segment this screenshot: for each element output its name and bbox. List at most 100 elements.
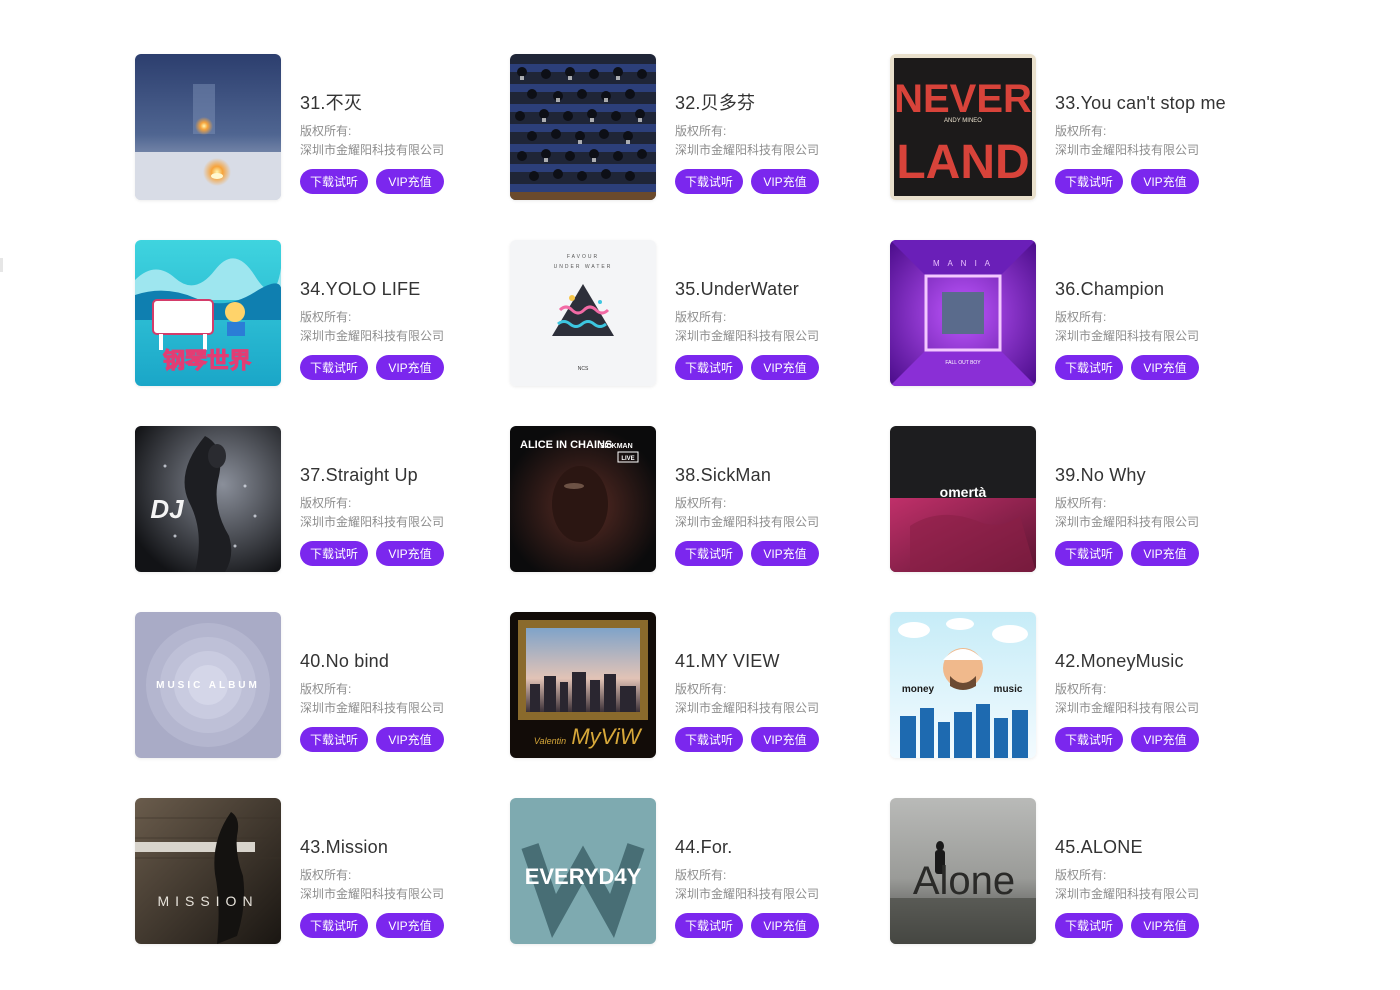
song-title: 44.For. — [675, 837, 733, 857]
download-button[interactable]: 下载试听 — [300, 169, 368, 194]
download-button[interactable]: 下载试听 — [675, 913, 743, 938]
copyright-label: 版权所有: — [675, 124, 727, 138]
cover-text: M A N I A — [933, 259, 993, 268]
cover-text: EVERYD4Y — [525, 864, 642, 889]
song-title: 41.MY VIEW — [675, 651, 780, 671]
vip-button[interactable]: VIP充值 — [751, 169, 819, 194]
orchestra-cover[interactable] — [510, 54, 656, 200]
cover-text: MUSIC ALBUM — [156, 680, 260, 691]
download-button[interactable]: 下载试听 — [1055, 355, 1123, 380]
everyday-cover[interactable]: EVERYD4Y — [510, 798, 656, 944]
music-album-cover[interactable]: MUSIC ALBUM — [135, 612, 281, 758]
vip-button[interactable]: VIP充值 — [1131, 913, 1199, 938]
song-title: 35.UnderWater — [675, 279, 799, 299]
download-button[interactable]: 下载试听 — [675, 727, 743, 752]
company-name: 深圳市金耀阳科技有限公司 — [675, 887, 820, 901]
song-title: 42.MoneyMusic — [1055, 651, 1184, 671]
omerta-cover[interactable]: omertà — [890, 426, 1036, 572]
cover-text: NCS — [578, 366, 589, 372]
song-grid: 31.不灭 版权所有: 深圳市金耀阳科技有限公司 下载试听 VIP充值 32.贝… — [135, 54, 1250, 984]
mania-cover[interactable]: M A N I A FALL OUT BOY — [890, 240, 1036, 386]
company-name: 深圳市金耀阳科技有限公司 — [300, 887, 445, 901]
download-button[interactable]: 下载试听 — [1055, 169, 1123, 194]
copyright-label: 版权所有: — [300, 682, 352, 696]
company-name: 深圳市金耀阳科技有限公司 — [300, 143, 445, 157]
candle-cover[interactable] — [135, 54, 281, 200]
song-card: FAVOUR UNDER WATER NCS 35.UnderWater 版权所… — [510, 240, 890, 426]
alice-in-chains-cover[interactable]: ALICE IN CHAINS SICKMAN LIVE — [510, 426, 656, 572]
copyright-label: 版权所有: — [1055, 310, 1107, 324]
song-title: 32.贝多芬 — [675, 93, 756, 113]
copyright-label: 版权所有: — [300, 496, 352, 510]
dj-cover[interactable]: DJ — [135, 426, 281, 572]
song-card: DJ 37.Straight Up 版权所有: 深圳市金耀阳科技有限公司 下载试… — [135, 426, 510, 612]
vip-button[interactable]: VIP充值 — [376, 355, 444, 380]
piano-world-cover[interactable]: 钢琴世界 — [135, 240, 281, 386]
download-button[interactable]: 下载试听 — [1055, 913, 1123, 938]
cover-text: money — [902, 684, 935, 695]
song-title: 45.ALONE — [1055, 837, 1143, 857]
alone-cover[interactable]: Alone — [890, 798, 1036, 944]
song-card: Alone 45.ALONE 版权所有: 深圳市金耀阳科技有限公司 下载试听 V… — [890, 798, 1250, 984]
cover-text: ALICE IN CHAINS — [520, 439, 612, 451]
download-button[interactable]: 下载试听 — [675, 355, 743, 380]
song-card: MISSION 43.Mission 版权所有: 深圳市金耀阳科技有限公司 下载… — [135, 798, 510, 984]
copyright-label: 版权所有: — [1055, 496, 1107, 510]
song-title: 43.Mission — [300, 837, 389, 857]
company-name: 深圳市金耀阳科技有限公司 — [1055, 143, 1200, 157]
song-title: 39.No Why — [1055, 465, 1146, 485]
song-card: NEVER ANDY MINEO LAND 33.You can't stop … — [890, 54, 1250, 240]
money-music-cover[interactable]: money music — [890, 612, 1036, 758]
song-title: 36.Champion — [1055, 279, 1165, 299]
vip-button[interactable]: VIP充值 — [751, 727, 819, 752]
song-card: MyViW Valentin 41.MY VIEW 版权所有: 深圳市金耀阳科技… — [510, 612, 890, 798]
song-title: 33.You can't stop me — [1055, 93, 1226, 113]
song-card: money music 42.MoneyMusic 版权所有: 深圳市金耀阳科技… — [890, 612, 1250, 798]
vip-button[interactable]: VIP充值 — [376, 541, 444, 566]
cover-text: FAVOUR — [567, 254, 599, 260]
song-card: 钢琴世界 34.YOLO LIFE 版权所有: 深圳市金耀阳科技有限公司 下载试… — [135, 240, 510, 426]
underwater-cover[interactable]: FAVOUR UNDER WATER NCS — [510, 240, 656, 386]
company-name: 深圳市金耀阳科技有限公司 — [300, 329, 445, 343]
cover-text: UNDER WATER — [554, 264, 613, 270]
song-card: EVERYD4Y 44.For. 版权所有: 深圳市金耀阳科技有限公司 下载试听… — [510, 798, 890, 984]
vip-button[interactable]: VIP充值 — [1131, 541, 1199, 566]
company-name: 深圳市金耀阳科技有限公司 — [675, 143, 820, 157]
vip-button[interactable]: VIP充值 — [751, 541, 819, 566]
vip-button[interactable]: VIP充值 — [1131, 169, 1199, 194]
company-name: 深圳市金耀阳科技有限公司 — [300, 701, 445, 715]
vip-button[interactable]: VIP充值 — [376, 169, 444, 194]
my-view-cover[interactable]: MyViW Valentin — [510, 612, 656, 758]
download-button[interactable]: 下载试听 — [1055, 727, 1123, 752]
vip-button[interactable]: VIP充值 — [751, 355, 819, 380]
song-title: 34.YOLO LIFE — [300, 279, 421, 299]
cover-text: Alone — [913, 859, 1015, 903]
download-button[interactable]: 下载试听 — [300, 727, 368, 752]
vip-button[interactable]: VIP充值 — [1131, 727, 1199, 752]
song-card: omertà 39.No Why 版权所有: 深圳市金耀阳科技有限公司 下载试听… — [890, 426, 1250, 612]
company-name: 深圳市金耀阳科技有限公司 — [300, 515, 445, 529]
cover-text: SICKMAN — [600, 443, 633, 450]
company-name: 深圳市金耀阳科技有限公司 — [1055, 887, 1200, 901]
song-title: 38.SickMan — [675, 465, 772, 485]
cover-text: MyViW — [571, 724, 642, 749]
song-card: 32.贝多芬 版权所有: 深圳市金耀阳科技有限公司 下载试听 VIP充值 — [510, 54, 890, 240]
download-button[interactable]: 下载试听 — [300, 913, 368, 938]
song-title: 31.不灭 — [300, 93, 363, 113]
download-button[interactable]: 下载试听 — [675, 169, 743, 194]
download-button[interactable]: 下载试听 — [300, 541, 368, 566]
download-button[interactable]: 下载试听 — [675, 541, 743, 566]
download-button[interactable]: 下载试听 — [1055, 541, 1123, 566]
cover-text: omertà — [940, 484, 987, 500]
neverland-cover[interactable]: NEVER ANDY MINEO LAND — [890, 54, 1036, 200]
vip-button[interactable]: VIP充值 — [1131, 355, 1199, 380]
download-button[interactable]: 下载试听 — [300, 355, 368, 380]
vip-button[interactable]: VIP充值 — [376, 727, 444, 752]
cover-text: NEVER — [894, 77, 1032, 121]
mission-cover[interactable]: MISSION — [135, 798, 281, 944]
edge-marker — [0, 258, 3, 272]
copyright-label: 版权所有: — [300, 310, 352, 324]
vip-button[interactable]: VIP充值 — [376, 913, 444, 938]
copyright-label: 版权所有: — [675, 310, 727, 324]
vip-button[interactable]: VIP充值 — [751, 913, 819, 938]
